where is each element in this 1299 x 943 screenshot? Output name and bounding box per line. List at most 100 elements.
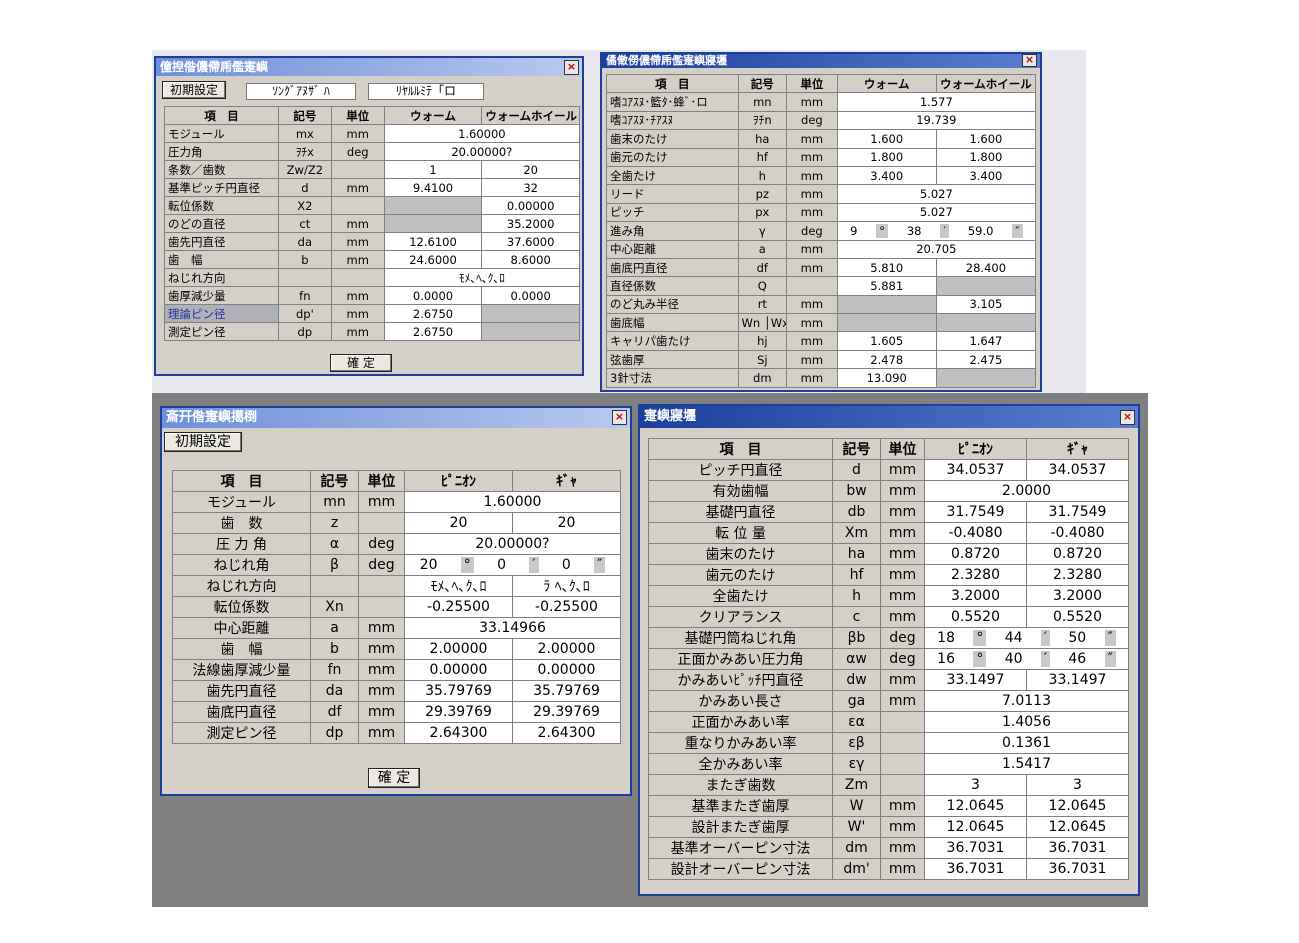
close-icon[interactable]: ×: [1120, 410, 1135, 425]
value-cell-1[interactable]: 33.1497: [924, 669, 1027, 691]
value-cell-2[interactable]: -0.4080: [1026, 522, 1129, 544]
value-cell-1[interactable]: ﾓﾒ､ﾍ､ｸ､ﾛ: [404, 575, 513, 597]
value-cell-shared[interactable]: 5.027: [836, 202, 1037, 223]
value-cell-2[interactable]: 36.7031: [1026, 837, 1129, 859]
angle-cell[interactable]: 18 ° 44 ′ 50 ″: [924, 627, 1129, 649]
value-cell-2[interactable]: 20: [481, 160, 580, 179]
value-cell-1[interactable]: 5.881: [836, 276, 937, 296]
close-icon[interactable]: ×: [612, 410, 627, 425]
value-cell-2[interactable]: [481, 304, 580, 323]
value-cell-2[interactable]: [935, 313, 1037, 333]
angle-value[interactable]: 9: [850, 224, 857, 238]
value-cell-1[interactable]: 2.6750: [383, 304, 483, 323]
value-cell-1[interactable]: 3.2000: [924, 585, 1027, 607]
value-cell-shared[interactable]: 1.60000: [383, 124, 581, 143]
value-cell-2[interactable]: 0.5520: [1026, 606, 1129, 628]
value-cell-shared[interactable]: 0.1361: [924, 732, 1129, 754]
value-cell-2[interactable]: 2.00000: [512, 638, 621, 660]
value-cell-1[interactable]: 12.0645: [924, 816, 1027, 838]
value-cell-1[interactable]: 35.79769: [404, 680, 513, 702]
value-cell-1[interactable]: 1.800: [836, 147, 937, 167]
value-cell-2[interactable]: 1.600: [935, 129, 1037, 149]
value-cell-shared[interactable]: 20.00000?: [404, 533, 621, 555]
title-bar[interactable]: 寁嶼寢壥 ×: [640, 406, 1138, 428]
value-cell-1[interactable]: 3: [924, 774, 1027, 796]
value-cell-2[interactable]: 0.00000: [481, 196, 580, 215]
value-cell-1[interactable]: 36.7031: [924, 858, 1027, 880]
value-cell-2[interactable]: 3.400: [935, 165, 1037, 186]
combo-field-2[interactable]: ﾘﾔﾙﾙﾐﾃ「ロ: [368, 83, 484, 100]
value-cell-2[interactable]: 35.2000: [481, 214, 580, 233]
value-cell-1[interactable]: -0.4080: [924, 522, 1027, 544]
angle-cell[interactable]: 20 ° 0 ′ 0 ″: [404, 554, 621, 576]
value-cell-1[interactable]: 13.090: [836, 368, 937, 388]
value-cell-2[interactable]: 12.0645: [1026, 816, 1129, 838]
value-cell-1[interactable]: 31.7549: [924, 501, 1027, 523]
value-cell-shared[interactable]: 2.0000: [924, 480, 1129, 502]
value-cell-1[interactable]: 2.3280: [924, 564, 1027, 586]
confirm-button[interactable]: 確 定: [368, 768, 420, 788]
value-cell-1[interactable]: 0.0000: [383, 286, 483, 305]
combo-field-1[interactable]: ｿﾝｸﾞｱﾇｻﾞ ﾊ: [246, 83, 356, 100]
value-cell-1[interactable]: 29.39769: [404, 701, 513, 723]
value-cell-2[interactable]: 0.8720: [1026, 543, 1129, 565]
value-cell-1[interactable]: -0.25500: [404, 596, 513, 618]
value-cell-2[interactable]: 35.79769: [512, 680, 621, 702]
angle-cell[interactable]: 16 ° 40 ′ 46 ″: [924, 648, 1129, 670]
angle-cell[interactable]: 9 ° 38 ′ 59.0 ″: [836, 221, 1037, 241]
value-cell-2[interactable]: 3: [1026, 774, 1129, 796]
value-cell-1[interactable]: [383, 214, 483, 233]
value-cell-2[interactable]: 34.0537: [1026, 459, 1129, 481]
value-cell-1[interactable]: 5.810: [836, 257, 937, 278]
value-cell-shared[interactable]: 20.00000?: [383, 142, 581, 161]
value-cell-1[interactable]: 2.64300: [404, 722, 513, 744]
value-cell-1[interactable]: [836, 313, 937, 333]
value-cell-2[interactable]: -0.25500: [512, 596, 621, 618]
title-bar[interactable]: 僮揑偺儂僀乕儖寁嶼 ×: [156, 58, 582, 76]
value-cell-1[interactable]: 2.6750: [383, 322, 483, 341]
value-cell-1[interactable]: 2.478: [836, 349, 937, 370]
value-cell-2[interactable]: 8.6000: [481, 250, 580, 269]
value-cell-shared[interactable]: 1.60000: [404, 491, 621, 513]
title-bar[interactable]: 僪僌僗儂僀乕儖寁嶼寢壥 ×: [602, 54, 1040, 68]
value-cell-2[interactable]: ﾗ ﾍ､ｸ､ﾛ: [512, 575, 621, 597]
angle-value[interactable]: 0: [497, 557, 506, 573]
value-cell-shared[interactable]: 5.027: [836, 184, 1037, 204]
close-icon[interactable]: ×: [564, 60, 579, 75]
value-cell-shared[interactable]: 33.14966: [404, 617, 621, 639]
value-cell-1[interactable]: 3.400: [836, 165, 937, 186]
value-cell-1[interactable]: [383, 196, 483, 215]
value-cell-1[interactable]: 1.600: [836, 129, 937, 149]
value-cell-1[interactable]: 12.0645: [924, 795, 1027, 817]
angle-value[interactable]: 0: [562, 557, 571, 573]
value-cell-shared[interactable]: ﾓﾒ､ﾍ､ｸ､ﾛ: [383, 268, 581, 287]
value-cell-2[interactable]: 2.475: [935, 349, 1037, 370]
value-cell-2[interactable]: 29.39769: [512, 701, 621, 723]
init-settings-button[interactable]: 初期設定: [164, 432, 242, 452]
value-cell-2[interactable]: 0.0000: [481, 286, 580, 305]
angle-value[interactable]: 18: [937, 630, 955, 646]
value-cell-1[interactable]: 12.6100: [383, 232, 483, 251]
value-cell-2[interactable]: [935, 276, 1037, 296]
init-settings-button[interactable]: 初期設定: [162, 81, 226, 99]
angle-value[interactable]: 59.0: [968, 224, 994, 238]
value-cell-1[interactable]: 0.00000: [404, 659, 513, 681]
value-cell-1[interactable]: 0.5520: [924, 606, 1027, 628]
angle-value[interactable]: 44: [1005, 630, 1023, 646]
angle-value[interactable]: 38: [907, 224, 922, 238]
value-cell-2[interactable]: 37.6000: [481, 232, 580, 251]
value-cell-2[interactable]: 28.400: [935, 257, 1037, 278]
value-cell-2[interactable]: 32: [481, 178, 580, 197]
value-cell-1[interactable]: 24.6000: [383, 250, 483, 269]
value-cell-2[interactable]: 3.105: [935, 294, 1037, 315]
confirm-button[interactable]: 確 定: [330, 354, 392, 372]
value-cell-1[interactable]: 34.0537: [924, 459, 1027, 481]
value-cell-shared[interactable]: 1.5417: [924, 753, 1129, 775]
value-cell-1[interactable]: 20: [404, 512, 513, 534]
angle-value[interactable]: 46: [1068, 651, 1086, 667]
value-cell-2[interactable]: 1.647: [935, 331, 1037, 351]
value-cell-2[interactable]: 0.00000: [512, 659, 621, 681]
angle-value[interactable]: 16: [937, 651, 955, 667]
value-cell-shared[interactable]: 7.0113: [924, 690, 1129, 712]
value-cell-2[interactable]: 1.800: [935, 147, 1037, 167]
